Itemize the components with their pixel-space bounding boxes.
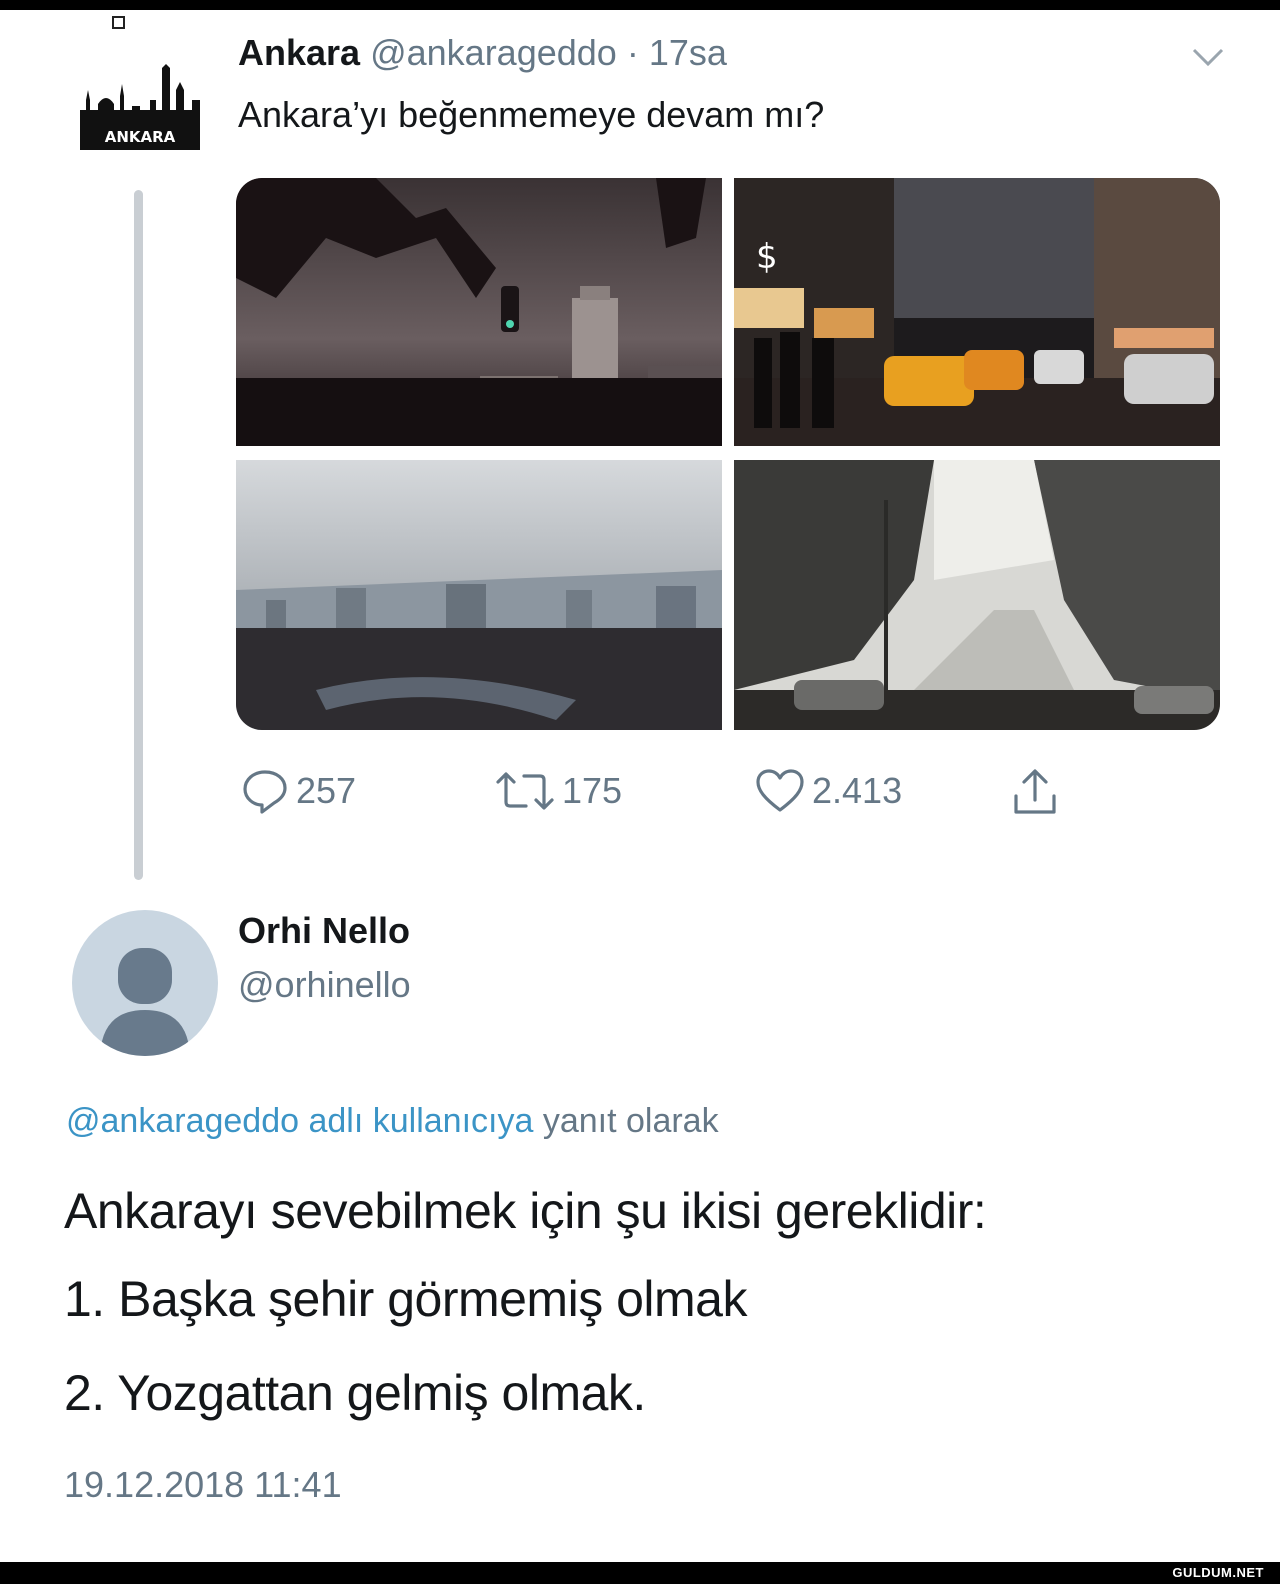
watermark-bar: GULDUM.NET	[0, 1562, 1280, 1584]
screenshot-frame: ANKARA Ankara @ankarageddo · 17sa Ankara…	[0, 10, 1280, 1562]
svg-text:$: $	[756, 237, 778, 277]
user-avatar[interactable]	[72, 910, 218, 1056]
tweet1-action-bar: 257 175 2.413	[0, 766, 1280, 826]
tweet1-time[interactable]: · 17sa	[627, 32, 727, 73]
chevron-down-icon[interactable]	[1188, 44, 1228, 70]
tweet2-handle[interactable]: @orhinello	[238, 964, 411, 1006]
dark-sky-tower-photo[interactable]	[236, 178, 722, 446]
retweet-button[interactable]: 175	[494, 766, 622, 816]
like-count: 2.413	[812, 770, 903, 811]
ankara-avatar[interactable]: ANKARA	[76, 60, 204, 160]
tweet1-text: Ankara’yı beğenmemeye devam mı?	[238, 94, 825, 135]
tweet2-author-name[interactable]: Orhi Nello	[238, 910, 410, 952]
share-icon	[1014, 769, 1056, 814]
square-icon	[112, 16, 125, 29]
tweet1-header: Ankara @ankarageddo · 17sa	[238, 32, 727, 74]
reply-button[interactable]: 257	[240, 766, 356, 816]
tweet1-media-grid: $	[236, 178, 1220, 730]
tweet2-text-line: Ankarayı sevebilmek için şu ikisi gerekl…	[64, 1183, 987, 1239]
avatar-label: ANKARA	[105, 128, 176, 146]
tweet1-handle[interactable]: @ankarageddo	[370, 32, 617, 73]
night-street-taxis-photo[interactable]: $	[734, 178, 1220, 446]
retweet-icon	[496, 772, 554, 810]
retweet-count: 175	[562, 770, 623, 811]
reply-suffix: yanıt olarak	[542, 1102, 719, 1140]
like-button[interactable]: 2.413	[754, 766, 902, 816]
city-panorama-photo[interactable]	[236, 460, 722, 730]
tweet2-text-line: 1. Başka şehir görmemiş olmak	[64, 1271, 747, 1327]
reply-context: @ankarageddo adlı kullanıcıya yanıt olar…	[66, 1102, 719, 1141]
snowy-trees-street-photo[interactable]	[734, 460, 1220, 730]
reply-count: 257	[296, 770, 357, 811]
watermark: GULDUM.NET	[1172, 1565, 1264, 1580]
reply-icon	[243, 770, 287, 814]
tweet1-author-name[interactable]: Ankara	[238, 32, 360, 73]
like-icon	[756, 769, 804, 812]
share-button[interactable]	[1010, 766, 1060, 818]
tweet2-timestamp[interactable]: 19.12.2018 11:41	[64, 1464, 342, 1506]
reply-mention-link[interactable]: @ankarageddo adlı kullanıcıya	[66, 1102, 533, 1140]
tweet2-text-line: 2. Yozgattan gelmiş olmak.	[64, 1365, 646, 1421]
